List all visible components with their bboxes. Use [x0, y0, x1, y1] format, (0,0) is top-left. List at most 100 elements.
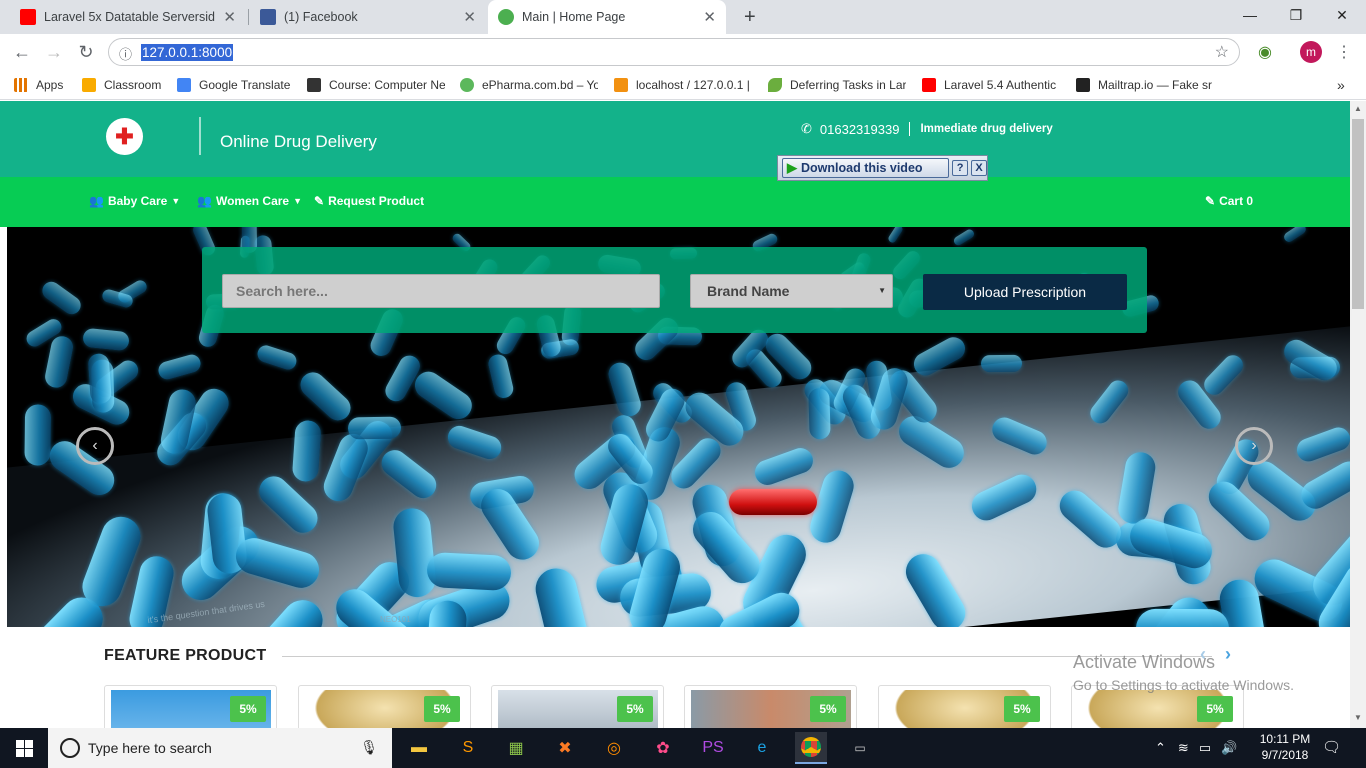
windows-logo-icon [15, 739, 33, 757]
close-icon[interactable]: X [971, 160, 987, 176]
web-page: ✚ Online Drug Delivery ✆ 01632319339 Imm… [0, 101, 1350, 728]
page-scrollbar[interactable]: ▲ ▼ [1350, 101, 1366, 728]
bookmark-google-translate[interactable]: Google Translate [177, 76, 295, 94]
product-card[interactable]: 5% [491, 685, 664, 728]
menu-icon[interactable]: ⋮ [1332, 40, 1356, 64]
nav-cart[interactable]: ✎ Cart 0 [1205, 194, 1253, 208]
new-tab-button[interactable]: + [734, 0, 764, 34]
nav-baby-care[interactable]: 👥 Baby Care ▼ [89, 194, 180, 208]
scrollbar-thumb[interactable] [1352, 119, 1364, 309]
start-button[interactable] [0, 728, 48, 768]
download-video-button[interactable]: ▶ Download this video [782, 158, 950, 178]
bookmark-label: Course: Computer Ne [329, 78, 445, 92]
profile-avatar[interactable]: m [1300, 41, 1322, 63]
bookmark-epharma[interactable]: ePharma.com.bd – Yo [460, 76, 598, 94]
help-icon[interactable]: ? [952, 160, 969, 176]
product-card[interactable]: 5% [298, 685, 471, 728]
scroll-up-icon[interactable]: ▲ [1354, 104, 1362, 113]
window-close-icon[interactable]: ✕ [1319, 0, 1365, 30]
upload-prescription-button[interactable]: Upload Prescription [923, 274, 1127, 310]
pill-capsule [43, 334, 75, 390]
xampp-icon[interactable]: ✖ [549, 732, 581, 764]
taskbar-search-placeholder: Type here to search [88, 740, 212, 756]
sublime-text-icon[interactable]: S [452, 732, 484, 764]
battery-icon[interactable]: ▭ [1199, 740, 1211, 756]
volume-icon[interactable]: 🔊 [1221, 740, 1237, 756]
pill-capsule [409, 365, 478, 424]
brand-select[interactable]: Brand Name ▼ [690, 274, 893, 308]
file-explorer-icon[interactable]: ▬ [403, 732, 435, 764]
tab-main-home[interactable]: Main | Home Page ✕ [488, 0, 726, 34]
bookmark-laravel-auth[interactable]: Laravel 5.4 Authentic [922, 76, 1060, 94]
carousel-prev-button[interactable]: ‹ [76, 427, 114, 465]
bookmark-apps[interactable]: Apps [14, 76, 74, 94]
red-pill-capsule [729, 489, 817, 515]
tab-facebook[interactable]: (1) Facebook ✕ [250, 0, 486, 34]
product-card[interactable]: 5% [104, 685, 277, 728]
pill-capsule [156, 352, 203, 382]
search-panel: Brand Name ▼ Upload Prescription [202, 247, 1147, 333]
phone-icon: ✆ [801, 121, 812, 136]
product-card[interactable]: 5% [684, 685, 857, 728]
youtube-icon [20, 9, 36, 25]
url-text[interactable]: 127.0.0.1:8000 [141, 43, 234, 61]
notification-icon[interactable]: 🗨 [1322, 738, 1341, 756]
close-icon[interactable]: ✕ [223, 8, 236, 26]
terminal-icon[interactable]: ▭ [844, 732, 876, 764]
system-clock[interactable]: 10:11 PM 9/7/2018 [1255, 731, 1315, 763]
nav-women-care[interactable]: 👥 Women Care ▼ [197, 194, 302, 208]
address-bar[interactable]: ⓘ 127.0.0.1:8000 ☆ [108, 38, 1240, 66]
forward-icon[interactable]: → [42, 40, 66, 64]
wifi-icon[interactable]: ≋ [1178, 740, 1189, 756]
minimize-icon[interactable]: — [1227, 0, 1273, 30]
download-video-bar: ▶ Download this video ? X [777, 155, 988, 181]
discount-badge: 5% [617, 696, 653, 722]
download-label: Download this video [801, 161, 923, 175]
edit-icon: ✎ [314, 194, 325, 208]
bookmark-course[interactable]: Course: Computer Ne [307, 76, 445, 94]
close-icon[interactable]: ✕ [463, 8, 476, 26]
close-icon[interactable]: ✕ [703, 8, 716, 26]
tab-laravel-datatable[interactable]: Laravel 5x Datatable Serverside P ✕ [10, 0, 246, 34]
back-icon[interactable]: ← [10, 40, 34, 64]
reload-icon[interactable]: ↻ [74, 40, 98, 64]
maximize-icon[interactable]: ❐ [1273, 0, 1319, 30]
activate-windows-watermark: Activate Windows Go to Settings to activ… [1073, 652, 1294, 693]
bookmark-localhost[interactable]: localhost / 127.0.0.1 | [614, 76, 754, 94]
bookmark-label: Mailtrap.io — Fake sr [1098, 78, 1212, 92]
extension-icon[interactable]: ◉ [1253, 40, 1277, 64]
phpstorm-icon[interactable]: PS [697, 732, 729, 764]
contact-info: ✆ 01632319339 Immediate drug delivery [801, 121, 1053, 137]
microphone-icon[interactable]: 🎙 [360, 739, 378, 756]
carousel-next-button[interactable]: › [1235, 427, 1273, 465]
chrome-logo [801, 737, 821, 757]
uc-browser-icon[interactable]: ◎ [598, 732, 630, 764]
chevron-up-icon[interactable]: ⌃ [1155, 740, 1166, 756]
pill-capsule [295, 367, 356, 427]
paint-icon[interactable]: ✿ [647, 732, 679, 764]
info-icon[interactable]: ⓘ [119, 44, 132, 63]
scroll-down-icon[interactable]: ▼ [1354, 713, 1362, 722]
taskbar-search[interactable]: Type here to search 🎙 [48, 728, 392, 768]
bookmark-classroom[interactable]: Classroom [82, 76, 167, 94]
search-input[interactable] [222, 274, 660, 308]
site-logo[interactable]: ✚ [106, 118, 143, 155]
chevron-down-icon: ▼ [878, 286, 886, 295]
bookmark-mailtrap[interactable]: Mailtrap.io — Fake sr [1076, 76, 1212, 94]
chart-app-icon[interactable]: ▦ [500, 732, 532, 764]
internet-explorer-icon[interactable]: e [746, 732, 778, 764]
tagline: Immediate drug delivery [920, 123, 1053, 135]
tab-title: (1) Facebook [284, 10, 358, 24]
bookmark-star-icon[interactable]: ☆ [1215, 42, 1229, 62]
pill-capsule [487, 352, 516, 400]
clock-time: 10:11 PM [1259, 732, 1311, 746]
classroom-icon [82, 78, 96, 92]
product-card[interactable]: 5% [878, 685, 1051, 728]
nav-request-product[interactable]: ✎ Request Product [314, 194, 424, 208]
chevron-left-icon: ‹ [92, 437, 98, 454]
bookmark-deferring-tasks[interactable]: Deferring Tasks in Lar [768, 76, 906, 94]
chrome-icon[interactable] [795, 732, 827, 764]
tab-separator [248, 9, 249, 25]
discount-badge: 5% [230, 696, 266, 722]
more-bookmarks-button[interactable]: » [1337, 76, 1351, 94]
